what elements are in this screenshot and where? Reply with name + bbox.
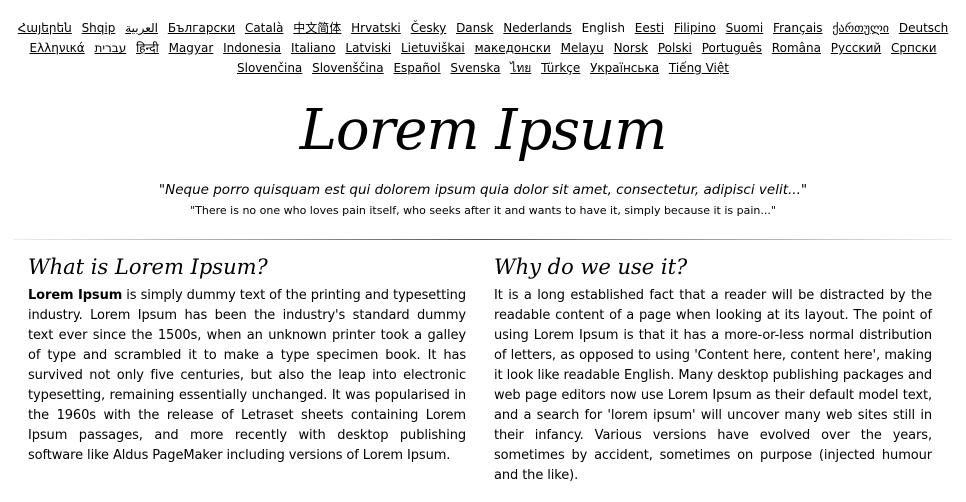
language-link[interactable]: Български: [168, 21, 235, 35]
language-link[interactable]: Indonesia: [223, 41, 281, 55]
language-link[interactable]: ไทย: [510, 61, 531, 75]
language-link[interactable]: Suomi: [726, 21, 764, 35]
language-link[interactable]: Italiano: [291, 41, 336, 55]
what-lead: Lorem Ipsum: [28, 288, 123, 303]
language-link[interactable]: हिन्दी: [136, 41, 159, 55]
latin-quote: "Neque porro quisquam est qui dolorem ip…: [158, 182, 808, 198]
language-link[interactable]: Melayu: [561, 41, 604, 55]
why-heading: Why do we use it?: [494, 255, 688, 279]
language-link[interactable]: македонски: [475, 41, 551, 55]
language-list: Հայերեն Shqip العربية Български Català 中…: [0, 18, 966, 78]
why-paragraph: It is a long established fact that a rea…: [494, 288, 932, 483]
language-link[interactable]: Nederlands: [503, 21, 571, 35]
what-section: What is Lorem Ipsum? Lorem Ipsum is simp…: [28, 252, 466, 466]
why-section: Why do we use it? It is a long establish…: [494, 252, 932, 486]
language-link[interactable]: Filipino: [674, 21, 716, 35]
language-link[interactable]: 中文简体: [293, 21, 341, 35]
language-link[interactable]: Eesti: [635, 21, 664, 35]
language-link[interactable]: Српски: [891, 41, 937, 55]
language-link[interactable]: Česky: [411, 21, 447, 35]
language-link[interactable]: ქართული: [832, 21, 889, 35]
language-link[interactable]: Українська: [590, 61, 659, 75]
what-heading: What is Lorem Ipsum?: [28, 255, 268, 279]
page-title: Lorem Ipsum: [299, 98, 668, 163]
language-link[interactable]: Hrvatski: [351, 21, 401, 35]
language-link[interactable]: Lietuviškai: [401, 41, 465, 55]
language-link[interactable]: Português: [702, 41, 762, 55]
language-link[interactable]: العربية: [125, 21, 158, 35]
language-link[interactable]: Româna: [772, 41, 821, 55]
language-link[interactable]: Ελληνικά: [29, 41, 84, 55]
what-body: is simply dummy text of the printing and…: [28, 288, 466, 463]
language-link[interactable]: Svenska: [450, 61, 500, 75]
language-link[interactable]: Français: [773, 21, 822, 35]
language-link[interactable]: Polski: [658, 41, 692, 55]
language-link[interactable]: Tiếng Việt: [669, 61, 729, 75]
language-link[interactable]: Türkçe: [541, 61, 580, 75]
language-link: English: [581, 21, 625, 35]
language-link[interactable]: Latviski: [345, 41, 391, 55]
language-link[interactable]: Norsk: [614, 41, 648, 55]
language-link[interactable]: Shqip: [82, 21, 116, 35]
language-link[interactable]: Magyar: [169, 41, 214, 55]
language-link[interactable]: Slovenščina: [312, 61, 384, 75]
language-link[interactable]: Español: [393, 61, 440, 75]
language-link[interactable]: עברית: [94, 41, 126, 55]
english-quote: "There is no one who loves pain itself, …: [190, 204, 776, 217]
language-link[interactable]: Deutsch: [899, 21, 948, 35]
language-link[interactable]: Català: [245, 21, 283, 35]
language-link[interactable]: Pyccкий: [831, 41, 881, 55]
what-paragraph: Lorem Ipsum is simply dummy text of the …: [28, 286, 466, 466]
language-link[interactable]: Slovenčina: [237, 61, 302, 75]
language-link[interactable]: Հայերեն: [18, 21, 72, 35]
divider: [14, 239, 952, 240]
language-link[interactable]: Dansk: [456, 21, 493, 35]
